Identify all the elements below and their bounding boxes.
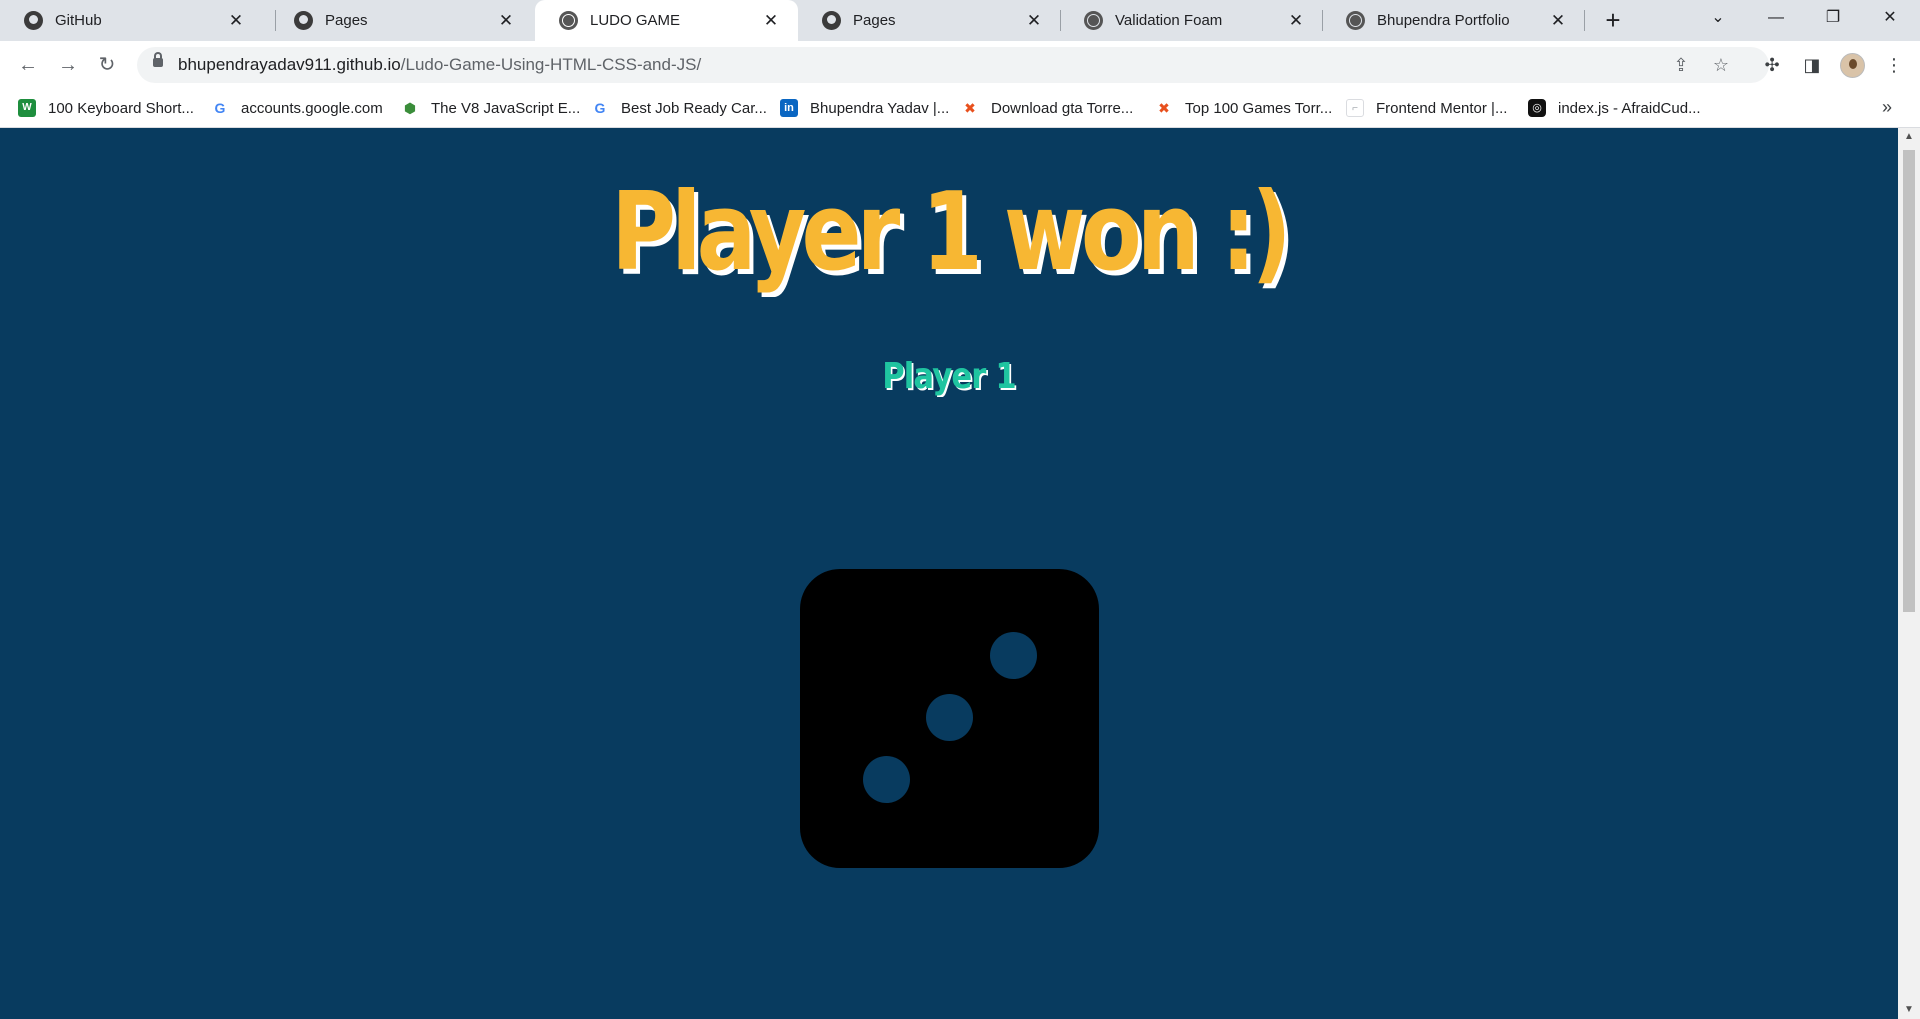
back-button[interactable]: ← [12, 49, 44, 81]
more-bookmarks-chevron-icon[interactable]: » [1882, 97, 1892, 118]
close-icon[interactable]: ✕ [1287, 11, 1305, 30]
bookmark-label: Frontend Mentor |... [1376, 99, 1508, 117]
tab-pages-2[interactable]: Pages ✕ [798, 0, 1061, 41]
tab-separator [1584, 10, 1585, 31]
bookmark-label: The V8 JavaScript E... [431, 99, 581, 117]
avatar[interactable] [1840, 53, 1865, 78]
lock-icon[interactable] [153, 52, 163, 67]
tab-strip: GitHub ✕ Pages ✕ LUDO GAME ✕ Pages ✕ Val… [0, 0, 1920, 41]
tab-title: Pages [853, 12, 896, 29]
forward-button[interactable]: → [52, 49, 84, 81]
close-icon[interactable]: ✕ [1025, 11, 1043, 30]
globe-icon [1346, 11, 1365, 30]
replit-icon: ◎ [1528, 99, 1546, 117]
dice[interactable] [800, 569, 1099, 868]
bookmark-item[interactable]: G accounts.google.com [211, 96, 383, 120]
ludo-game-page: Player 1 won :) Player 1 [0, 128, 1898, 1019]
tab-title: GitHub [55, 12, 102, 29]
bookmark-label: index.js - AfraidCud... [1558, 99, 1701, 117]
dice-pip [926, 694, 973, 741]
scroll-up-arrow-icon[interactable]: ▲ [1898, 128, 1920, 146]
bookmark-item[interactable]: G Best Job Ready Car... [591, 96, 767, 120]
x-icon: ✖ [1158, 100, 1170, 116]
current-player-label: Player 1 [882, 356, 1016, 397]
close-icon[interactable]: ✕ [497, 11, 515, 30]
v8-icon: ⬢ [403, 100, 417, 116]
share-icon[interactable]: ⇪ [1669, 53, 1693, 77]
tab-pages[interactable]: Pages ✕ [270, 0, 533, 41]
bookmarks-bar: W 100 Keyboard Short... G accounts.googl… [0, 89, 1920, 128]
close-window-button[interactable]: ✕ [1866, 0, 1914, 36]
close-icon[interactable]: ✕ [227, 11, 245, 30]
url-text[interactable]: bhupendrayadav911.github.io/Ludo-Game-Us… [178, 47, 701, 83]
bookmark-item[interactable]: in Bhupendra Yadav |... [780, 96, 949, 120]
tab-search-chevron-down-icon[interactable]: ⌄ [1694, 0, 1742, 36]
tab-title: LUDO GAME [590, 12, 681, 29]
tab-github[interactable]: GitHub ✕ [0, 0, 263, 41]
bookmark-item[interactable]: ✖ Top 100 Games Torr... [1155, 96, 1332, 120]
wn-icon: W [18, 99, 36, 117]
dice-pip [863, 756, 910, 803]
frontend-mentor-icon: ⌐ [1346, 99, 1364, 117]
bookmark-label: Best Job Ready Car... [621, 99, 767, 117]
bookmark-label: accounts.google.com [241, 99, 383, 117]
globe-icon [1084, 11, 1103, 30]
page-scrollbar[interactable]: ▲ ▼ [1898, 128, 1920, 1019]
bookmark-item[interactable]: ◎ index.js - AfraidCud... [1528, 96, 1701, 120]
github-icon [24, 11, 43, 30]
scroll-down-arrow-icon[interactable]: ▼ [1898, 1001, 1920, 1019]
bookmark-label: Bhupendra Yadav |... [810, 99, 950, 117]
tab-ludo-game[interactable]: LUDO GAME ✕ [535, 0, 798, 41]
minimize-button[interactable]: — [1752, 0, 1800, 36]
bookmark-star-icon[interactable]: ☆ [1709, 53, 1733, 77]
url-host: bhupendrayadav911.github.io [178, 55, 401, 74]
github-icon [294, 11, 313, 30]
bookmark-item[interactable]: ⬢ The V8 JavaScript E... [401, 96, 580, 120]
extensions-puzzle-icon[interactable]: ✣ [1756, 49, 1788, 81]
side-panel-icon[interactable]: ◨ [1796, 49, 1828, 81]
google-icon: G [594, 100, 606, 116]
menu-kebab-icon[interactable]: ⋮ [1878, 49, 1910, 81]
bookmark-label: 100 Keyboard Short... [48, 99, 194, 117]
bookmark-item[interactable]: ⌐ Frontend Mentor |... [1346, 96, 1507, 120]
github-icon [822, 11, 841, 30]
new-tab-button[interactable]: + [1598, 5, 1628, 35]
reload-button[interactable]: ↻ [91, 49, 123, 81]
dice-pip [990, 632, 1037, 679]
bookmark-label: Top 100 Games Torr... [1185, 99, 1333, 117]
linkedin-icon: in [780, 99, 798, 117]
tab-title: Bhupendra Portfolio [1377, 12, 1510, 29]
x-icon: ✖ [964, 100, 976, 116]
google-icon: G [214, 100, 226, 116]
close-icon[interactable]: ✕ [1549, 11, 1567, 30]
bookmark-label: Download gta Torre... [991, 99, 1134, 117]
url-path: /Ludo-Game-Using-HTML-CSS-and-JS/ [400, 55, 702, 74]
close-icon[interactable]: ✕ [762, 11, 780, 30]
restore-button[interactable]: ❐ [1809, 0, 1857, 36]
globe-icon [559, 11, 578, 30]
address-bar[interactable]: bhupendrayadav911.github.io/Ludo-Game-Us… [137, 47, 1769, 83]
tab-title: Validation Foam [1115, 12, 1223, 29]
tab-validation-foam[interactable]: Validation Foam ✕ [1060, 0, 1323, 41]
browser-toolbar: ← → ↻ bhupendrayadav911.github.io/Ludo-G… [0, 41, 1920, 89]
tab-title: Pages [325, 12, 368, 29]
scroll-thumb[interactable] [1903, 150, 1915, 612]
bookmark-item[interactable]: W 100 Keyboard Short... [18, 96, 194, 120]
bookmark-item[interactable]: ✖ Download gta Torre... [961, 96, 1133, 120]
winner-title: Player 1 won :) [611, 170, 1292, 295]
tab-bhupendra-portfolio[interactable]: Bhupendra Portfolio ✕ [1322, 0, 1585, 41]
